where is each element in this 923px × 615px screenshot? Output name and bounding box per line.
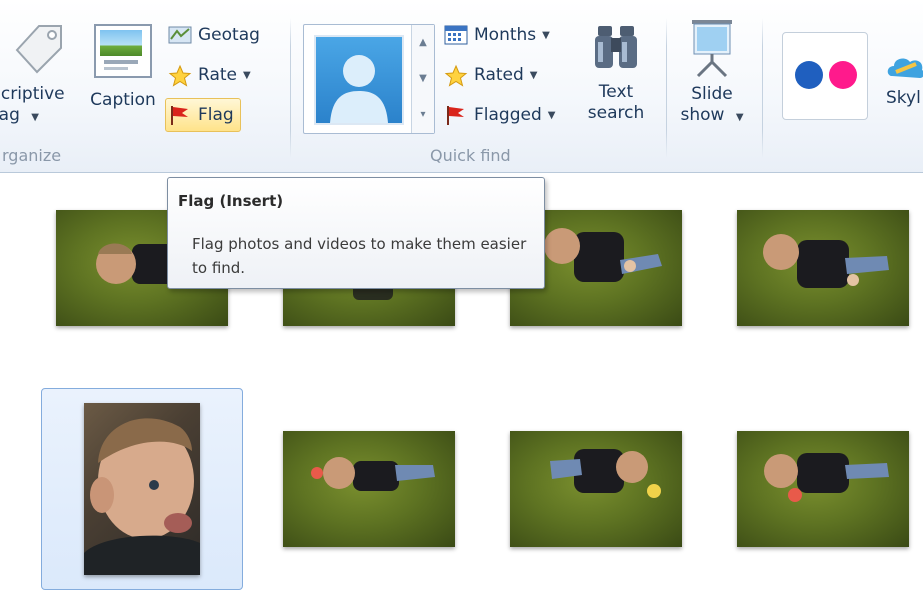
- star-icon: [168, 64, 192, 87]
- descriptive-tag-label-line2: tag: [0, 105, 20, 125]
- quick-find-group-label: Quick find: [430, 146, 511, 165]
- flagged-label: Flagged: [474, 105, 542, 125]
- skydrive-label: Skyl: [886, 88, 921, 108]
- flag-label: Flag: [198, 105, 234, 125]
- text-search-label-line1: Text: [598, 82, 634, 102]
- rated-button[interactable]: Rated ▼: [444, 60, 537, 90]
- rate-button[interactable]: Rate ▼: [168, 60, 251, 90]
- slide-show-label-line2: show: [680, 105, 725, 125]
- gallery-scrollbar[interactable]: ▲ ▼ ▾: [411, 25, 434, 133]
- skydrive-button[interactable]: Skyl: [886, 50, 923, 109]
- flickr-button[interactable]: [782, 32, 868, 120]
- gallery-expand-icon[interactable]: ▾: [412, 97, 434, 133]
- person-silhouette-icon[interactable]: [314, 35, 404, 125]
- caption-button[interactable]: Caption: [84, 20, 162, 111]
- scroll-down-icon[interactable]: ▼: [412, 61, 434, 97]
- chevron-down-icon: ▼: [242, 69, 251, 81]
- photo-thumbnail-selected[interactable]: [84, 403, 200, 575]
- binoculars-icon: [592, 22, 640, 72]
- slide-show-label-line1: Slide: [691, 84, 733, 104]
- months-button[interactable]: Months ▼: [444, 20, 550, 50]
- geotag-label: Geotag: [198, 25, 260, 45]
- geotag-button[interactable]: Geotag: [168, 20, 260, 50]
- text-search-label-line2: search: [587, 103, 645, 123]
- group-separator: [290, 18, 291, 158]
- calendar-icon: [444, 24, 468, 46]
- people-gallery[interactable]: ▲ ▼ ▾: [303, 24, 435, 134]
- scroll-up-icon[interactable]: ▲: [412, 25, 434, 61]
- tooltip-title: Flag (Insert): [178, 192, 284, 210]
- flag-icon: [444, 104, 468, 126]
- caption-label: Caption: [90, 90, 156, 110]
- group-separator: [762, 18, 763, 158]
- rated-label: Rated: [474, 65, 524, 85]
- chevron-down-icon: ▼: [542, 29, 550, 41]
- photo-thumbnail[interactable]: [283, 431, 455, 547]
- chevron-down-icon: ▼: [31, 112, 39, 123]
- star-icon: [444, 64, 468, 87]
- ribbon: scriptive tag ▼ Caption Geotag Rate ▼ Fl…: [0, 0, 923, 173]
- projector-screen-icon: [686, 18, 738, 78]
- descriptive-tag-button[interactable]: scriptive tag ▼: [0, 20, 78, 128]
- caption-icon: [94, 24, 152, 78]
- chevron-down-icon: ▼: [529, 69, 538, 81]
- flagged-button[interactable]: Flagged ▼: [444, 100, 555, 130]
- tag-icon: [9, 20, 69, 78]
- flickr-logo-icon: [791, 59, 861, 91]
- tooltip-body: Flag photos and videos to make them easi…: [192, 235, 527, 277]
- photo-thumbnail[interactable]: [510, 431, 682, 547]
- descriptive-tag-label-line1: scriptive: [0, 84, 65, 104]
- months-label: Months: [474, 25, 537, 45]
- group-separator: [666, 18, 667, 158]
- chevron-down-icon: ▼: [735, 112, 744, 123]
- slide-show-button[interactable]: Slide show ▼: [674, 18, 750, 128]
- map-icon: [168, 24, 192, 46]
- chevron-down-icon: ▼: [547, 109, 556, 121]
- photo-thumbnail[interactable]: [737, 431, 909, 547]
- flag-icon: [168, 104, 192, 126]
- photo-thumbnail[interactable]: [737, 210, 909, 326]
- text-search-button[interactable]: Text search: [582, 22, 650, 124]
- flag-button[interactable]: Flag: [165, 98, 241, 132]
- flag-tooltip: Flag (Insert) Flag photos and videos to …: [167, 177, 545, 289]
- cloud-icon: [886, 50, 923, 82]
- organize-group-label: rganize: [2, 146, 62, 165]
- rate-label: Rate: [198, 65, 237, 85]
